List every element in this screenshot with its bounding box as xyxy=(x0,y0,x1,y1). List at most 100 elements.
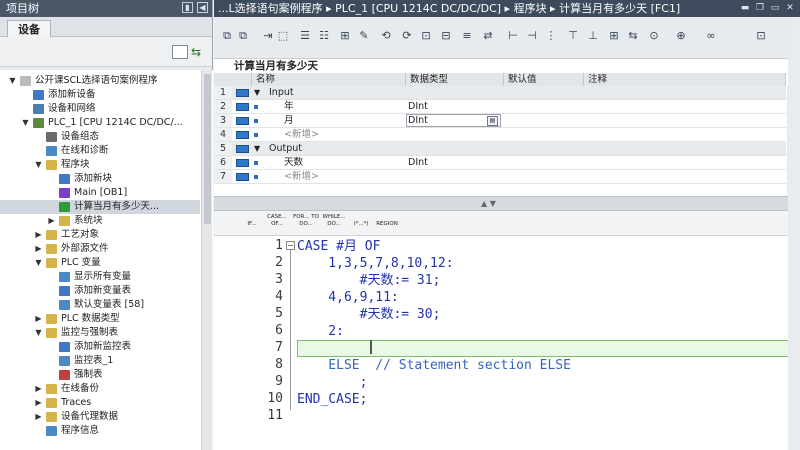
toolbar-icon-18[interactable]: ⊤ xyxy=(566,29,580,43)
collapse-arrow-icon[interactable]: ▼ xyxy=(34,158,43,172)
float-icon[interactable]: ▭ xyxy=(769,2,781,14)
splitter-arrows-icon[interactable]: ▲ ▼ xyxy=(481,199,496,208)
code-line[interactable]: 4,6,9,11: xyxy=(297,289,398,306)
toolbar-icon-4[interactable]: ⬚ xyxy=(276,29,290,43)
toolbar-icon-11[interactable]: ⊡ xyxy=(419,29,433,43)
expand-arrow-icon[interactable]: ▶ xyxy=(34,410,43,424)
tree-scrollbar-thumb[interactable] xyxy=(204,74,211,224)
section-collapse-icon[interactable]: ▼ xyxy=(254,142,260,156)
scl-code-editor[interactable]: 1 2 3 4 5 6 7 8 9 10 11 − CASE #月 OF 1,3,5,7,8,10,… xyxy=(214,236,800,450)
toolbar-icon-14[interactable]: ⇄ xyxy=(481,29,495,43)
toolbar-icon-24[interactable]: ∞ xyxy=(704,29,718,43)
overview-view-icon[interactable] xyxy=(172,45,188,59)
instruction-button-5[interactable]: (*...*) xyxy=(351,214,371,234)
param-name[interactable]: 年 xyxy=(284,100,294,114)
tree-item-fc1-block[interactable]: 计算当月有多少天... xyxy=(0,200,200,214)
param-name[interactable]: 月 xyxy=(284,114,294,128)
tree-item-default-tag-table[interactable]: 默认变量表 [58] xyxy=(0,298,200,312)
code-line[interactable]: 2: xyxy=(297,323,344,340)
tree-item-watch-force-tables[interactable]: ▼ 监控与强制表 xyxy=(0,326,200,340)
tree-item-show-all-tags[interactable]: 显示所有变量 xyxy=(0,270,200,284)
param-datatype[interactable]: DInt xyxy=(408,100,428,114)
collapse-arrow-icon[interactable]: ▼ xyxy=(21,116,30,130)
code-line[interactable]: END_CASE; xyxy=(297,391,367,408)
toolbar-icon-25[interactable]: ⊡ xyxy=(754,29,768,43)
restore-icon[interactable]: ❐ xyxy=(754,2,766,14)
toolbar-icon-12[interactable]: ⊟ xyxy=(439,29,453,43)
code-line[interactable]: 1,3,5,7,8,10,12: xyxy=(297,255,453,272)
instruction-button-2[interactable]: CASE... OF... xyxy=(264,214,290,234)
param-name[interactable]: 天数 xyxy=(284,156,303,170)
code-line[interactable]: CASE #月 OF xyxy=(297,238,380,255)
section-collapse-icon[interactable]: ▼ xyxy=(254,86,260,100)
toolbar-icon-16[interactable]: ⊣ xyxy=(525,29,539,43)
toolbar-icon-7[interactable]: ⊞ xyxy=(338,29,352,43)
param-name[interactable]: <新增> xyxy=(284,128,319,142)
instruction-button-3[interactable]: FOR... TO DO... xyxy=(293,214,319,234)
expand-all-icon[interactable]: ⇆ xyxy=(191,45,207,59)
tree-scrollbar[interactable] xyxy=(201,70,212,450)
toolbar-icon-19[interactable]: ⊥ xyxy=(586,29,600,43)
interface-row[interactable]: 5 ▼ Output xyxy=(214,142,786,156)
pin-icon[interactable]: ▮ xyxy=(182,2,193,13)
param-name[interactable]: Input xyxy=(269,86,294,100)
toolbar-icon-6[interactable]: ☷ xyxy=(317,29,331,43)
code-line[interactable]: #天数:= 31; xyxy=(297,272,441,289)
param-name[interactable]: Output xyxy=(269,142,302,156)
param-name[interactable]: <新增> xyxy=(284,170,319,184)
tree-item-add-block[interactable]: 添加新块 xyxy=(0,172,200,186)
interface-row[interactable]: 3 月 ▤ DInt xyxy=(214,114,786,128)
interface-row[interactable]: 7 <新增> xyxy=(214,170,786,184)
instruction-button-4[interactable]: WHILE... DO... xyxy=(320,214,348,234)
toolbar-icon-3[interactable]: ⇥ xyxy=(261,29,275,43)
expand-arrow-icon[interactable]: ▶ xyxy=(34,396,43,410)
interface-row[interactable]: 1 ▼ Input xyxy=(214,86,786,100)
interface-row[interactable]: 4 <新增> xyxy=(214,128,786,142)
toolbar-icon-23[interactable]: ⊕ xyxy=(674,29,688,43)
tree-item-force-table[interactable]: 强制表 xyxy=(0,368,200,382)
param-datatype[interactable]: DInt xyxy=(408,156,428,170)
toolbar-icon-15[interactable]: ⊢ xyxy=(506,29,520,43)
instruction-button-1[interactable]: IF... xyxy=(242,214,262,234)
collapse-arrow-icon[interactable]: ▼ xyxy=(34,256,43,270)
tree-item-program-info[interactable]: 程序信息 xyxy=(0,424,200,438)
code-line[interactable]: #天数:= 30; xyxy=(297,306,441,323)
toolbar-icon-22[interactable]: ⊙ xyxy=(647,29,661,43)
tree-item-project-root[interactable]: ▼ 公开课SCL选择语句案例程序 xyxy=(0,74,200,88)
collapse-arrow-icon[interactable]: ▼ xyxy=(8,74,17,88)
tree-item-add-tag-table[interactable]: 添加新变量表 xyxy=(0,284,200,298)
minimize-icon[interactable]: ▬ xyxy=(739,2,751,14)
tree-item-online-diagnostics[interactable]: 在线和诊断 xyxy=(0,144,200,158)
expand-arrow-icon[interactable]: ▶ xyxy=(34,228,43,242)
tree-item-devices-networks[interactable]: 设备和网络 xyxy=(0,102,200,116)
code-line[interactable]: ELSE // Statement section ELSE xyxy=(297,357,571,374)
toolbar-icon-10[interactable]: ⟳ xyxy=(400,29,414,43)
editor-splitter[interactable]: ▲ ▼ xyxy=(214,196,800,211)
tree-item-traces[interactable]: ▶ Traces xyxy=(0,396,200,410)
tree-item-add-watch-table[interactable]: 添加新监控表 xyxy=(0,340,200,354)
toolbar-icon-9[interactable]: ⟲ xyxy=(379,29,393,43)
toolbar-icon-5[interactable]: ☰ xyxy=(298,29,312,43)
param-datatype[interactable]: DInt xyxy=(408,114,428,128)
toolbar-icon-13[interactable]: ≡ xyxy=(460,29,474,43)
toolbar-icon-21[interactable]: ⇆ xyxy=(626,29,640,43)
close-icon[interactable]: ✕ xyxy=(784,2,796,14)
interface-row[interactable]: 2 年 DInt xyxy=(214,100,786,114)
collapse-icon[interactable]: ◀ xyxy=(197,2,208,13)
expand-arrow-icon[interactable]: ▶ xyxy=(47,214,56,228)
toolbar-icon-2[interactable]: ⧉ xyxy=(236,29,250,43)
tree-item-program-blocks[interactable]: ▼ 程序块 xyxy=(0,158,200,172)
expand-arrow-icon[interactable]: ▶ xyxy=(34,242,43,256)
expand-arrow-icon[interactable]: ▶ xyxy=(34,382,43,396)
tab-devices[interactable]: 设备 xyxy=(7,20,51,38)
tree-item-plc-1[interactable]: ▼ PLC_1 [CPU 1214C DC/DC/... xyxy=(0,116,200,130)
tree-item-plc-tags[interactable]: ▼ PLC 变量 xyxy=(0,256,200,270)
code-line[interactable]: ; xyxy=(297,374,368,391)
tree-item-device-config[interactable]: 设备组态 xyxy=(0,130,200,144)
interface-row[interactable]: 6 天数 DInt xyxy=(214,156,786,170)
tree-item-technology-objects[interactable]: ▶ 工艺对象 xyxy=(0,228,200,242)
toolbar-icon-1[interactable]: ⧉ xyxy=(220,29,234,43)
tree-item-plc-data-types[interactable]: ▶ PLC 数据类型 xyxy=(0,312,200,326)
toolbar-icon-20[interactable]: ⊞ xyxy=(607,29,621,43)
tree-item-online-backups[interactable]: ▶ 在线备份 xyxy=(0,382,200,396)
